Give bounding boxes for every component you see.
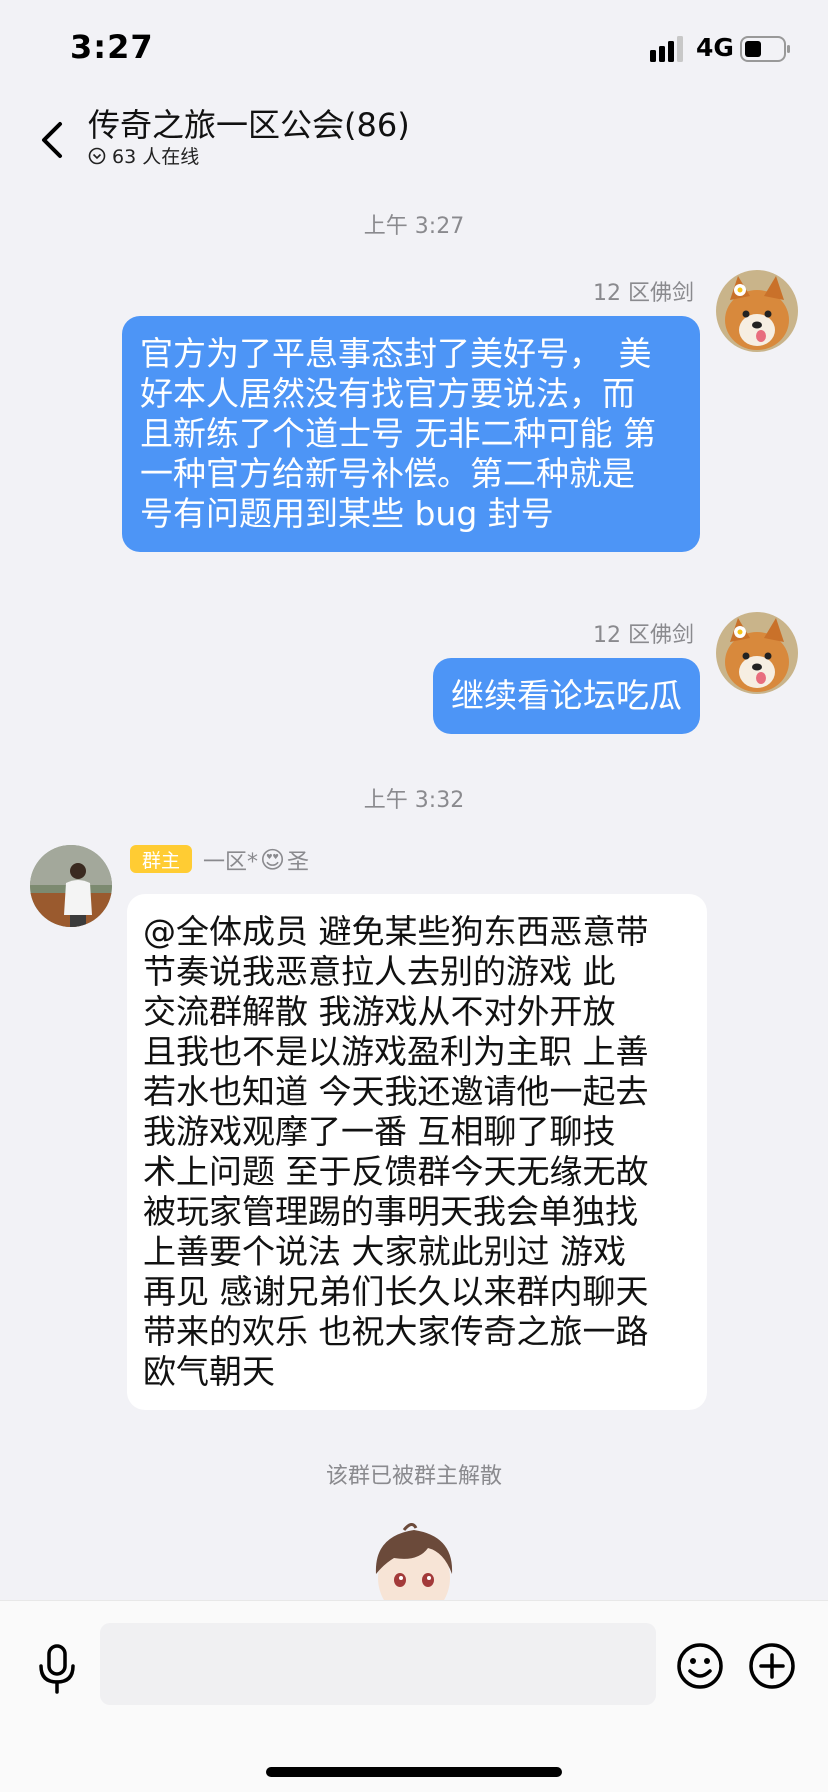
message-input[interactable] — [100, 1623, 656, 1705]
incoming-message-bubble[interactable]: @全体成员 避免某些狗东西恶意带 节奏说我恶意拉人去别的游戏 此 交流群解散 我… — [127, 894, 707, 1410]
online-status-icon — [88, 147, 106, 164]
input-bar — [0, 1600, 828, 1792]
message-text: 官方为了平息事态封了美好号， 美 好本人居然没有找官方要说法，而 且新练了个道士… — [140, 334, 656, 533]
timestamp: 上午 3:27 — [363, 214, 465, 239]
chat-screen: 3:27 4G 传奇之旅一区公会(86) 63 人在线 上午 3:27 12 区… — [0, 0, 828, 1792]
timestamp: 上午 3:32 — [363, 788, 465, 813]
heart-eyes-emoji: 😍 — [260, 846, 286, 874]
sender-name-suffix: 圣 — [287, 850, 310, 875]
message-text: 继续看论坛吃瓜 — [451, 676, 682, 715]
online-status: 63 人在线 — [88, 142, 199, 169]
group-title[interactable]: 传奇之旅一区公会(86) — [88, 100, 410, 146]
outgoing-message-bubble[interactable]: 继续看论坛吃瓜 — [433, 658, 700, 734]
avatar[interactable] — [30, 845, 112, 927]
system-notice: 该群已被群主解散 — [325, 1464, 502, 1489]
sender-name-prefix: 一区* — [203, 850, 259, 875]
outgoing-message-bubble[interactable]: 官方为了平息事态封了美好号， 美 好本人居然没有找官方要说法，而 且新练了个道士… — [122, 316, 700, 552]
anime-avatar-image — [375, 1523, 453, 1600]
owner-badge: 群主 — [130, 845, 192, 873]
status-bar: 3:27 4G — [0, 0, 828, 100]
status-time: 3:27 — [70, 28, 154, 66]
microphone-icon — [39, 1644, 75, 1694]
home-indicator — [266, 1767, 562, 1777]
avatar — [364, 1518, 464, 1600]
emoji-icon[interactable] — [675, 1641, 725, 1691]
sender-name: 12 区佛剑 — [593, 623, 694, 648]
battery-icon — [740, 36, 790, 62]
dog-avatar-image — [716, 270, 798, 352]
back-button[interactable] — [26, 110, 76, 170]
incoming-sender-name: 一区* 😍 圣 — [203, 844, 309, 876]
sender-name: 12 区佛剑 — [593, 281, 694, 306]
back-arrow-icon — [42, 122, 62, 158]
nav-bar: 传奇之旅一区公会(86) 63 人在线 — [0, 100, 828, 180]
dog-avatar-image — [716, 612, 798, 694]
online-count: 63 人在线 — [112, 146, 200, 168]
plus-icon[interactable] — [747, 1641, 797, 1691]
message-text: @全体成员 避免某些狗东西恶意带 节奏说我恶意拉人去别的游戏 此 交流群解散 我… — [143, 912, 649, 1391]
avatar[interactable] — [716, 270, 798, 352]
network-label: 4G — [696, 33, 734, 62]
voice-button[interactable] — [32, 1639, 82, 1699]
person-avatar-image — [30, 845, 112, 927]
avatar[interactable] — [716, 612, 798, 694]
signal-icon — [650, 36, 683, 62]
